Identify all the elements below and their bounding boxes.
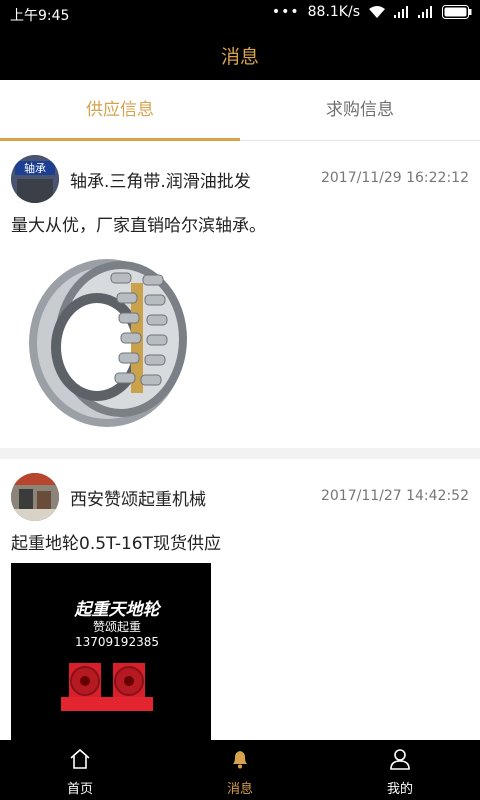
image-title: 起重天地轮 bbox=[74, 600, 162, 620]
image-brand: 赞颂起重 bbox=[93, 620, 141, 634]
post-description: 起重地轮0.5T-16T现货供应 bbox=[11, 534, 222, 554]
app-header: 消息 bbox=[0, 27, 480, 80]
signal-icon-2 bbox=[418, 6, 434, 18]
avatar-photo bbox=[11, 473, 59, 521]
post-card[interactable]: 西安赞颂起重机械 2017/11/27 14:42:52 起重地轮0.5T-16… bbox=[0, 459, 480, 740]
post-date: 2017/11/27 14:42:52 bbox=[320, 488, 469, 504]
product-image-bearing[interactable] bbox=[11, 243, 211, 434]
post-date: 2017/11/29 16:22:12 bbox=[320, 170, 469, 186]
avatar[interactable]: 轴承 bbox=[11, 155, 59, 203]
avatar[interactable] bbox=[11, 473, 59, 521]
image-phone: 13709192385 bbox=[75, 635, 159, 649]
product-image-crane-wheel[interactable]: 起重天地轮 赞颂起重 13709192385 bbox=[11, 563, 211, 740]
more-dots: ••• bbox=[271, 4, 300, 20]
tab-bar: 供应信息 求购信息 bbox=[0, 80, 480, 141]
home-icon bbox=[69, 748, 91, 770]
avatar-shop-image: 轴承 bbox=[11, 155, 59, 203]
status-bar: 上午9:45 ••• 88.1K/s bbox=[0, 0, 480, 27]
post-description: 量大从优，厂家直销哈尔滨轴承。 bbox=[11, 216, 266, 236]
bell-icon bbox=[229, 748, 251, 770]
nav-label: 消息 bbox=[226, 782, 253, 797]
nav-item-home[interactable]: 首页 bbox=[0, 740, 160, 800]
signal-icon bbox=[394, 6, 410, 18]
avatar-text: 轴承 bbox=[24, 161, 46, 175]
tab-purchase-info[interactable]: 求购信息 bbox=[240, 80, 480, 141]
tab-supply-info[interactable]: 供应信息 bbox=[0, 80, 240, 141]
post-feed[interactable]: 轴承 轴承.三角带.润滑油批发 2017/11/29 16:22:12 量大从优… bbox=[0, 141, 480, 740]
seller-name: 轴承.三角带.润滑油批发 bbox=[70, 172, 251, 192]
nav-item-messages[interactable]: 消息 bbox=[160, 740, 320, 800]
bottom-nav: 首页 消息 我的 bbox=[0, 740, 480, 800]
seller-name: 西安赞颂起重机械 bbox=[70, 490, 206, 510]
wifi-icon bbox=[368, 5, 386, 19]
nav-label: 我的 bbox=[386, 782, 413, 797]
network-speed: 88.1K/s bbox=[307, 4, 360, 20]
nav-label: 首页 bbox=[66, 782, 93, 797]
nav-item-profile[interactable]: 我的 bbox=[320, 740, 480, 800]
battery-icon bbox=[442, 5, 472, 19]
post-card[interactable]: 轴承 轴承.三角带.润滑油批发 2017/11/29 16:22:12 量大从优… bbox=[0, 141, 480, 448]
status-time: 上午9:45 bbox=[10, 8, 70, 24]
page-title: 消息 bbox=[220, 46, 259, 68]
status-right: ••• 88.1K/s bbox=[272, 4, 472, 20]
user-icon bbox=[389, 748, 411, 770]
